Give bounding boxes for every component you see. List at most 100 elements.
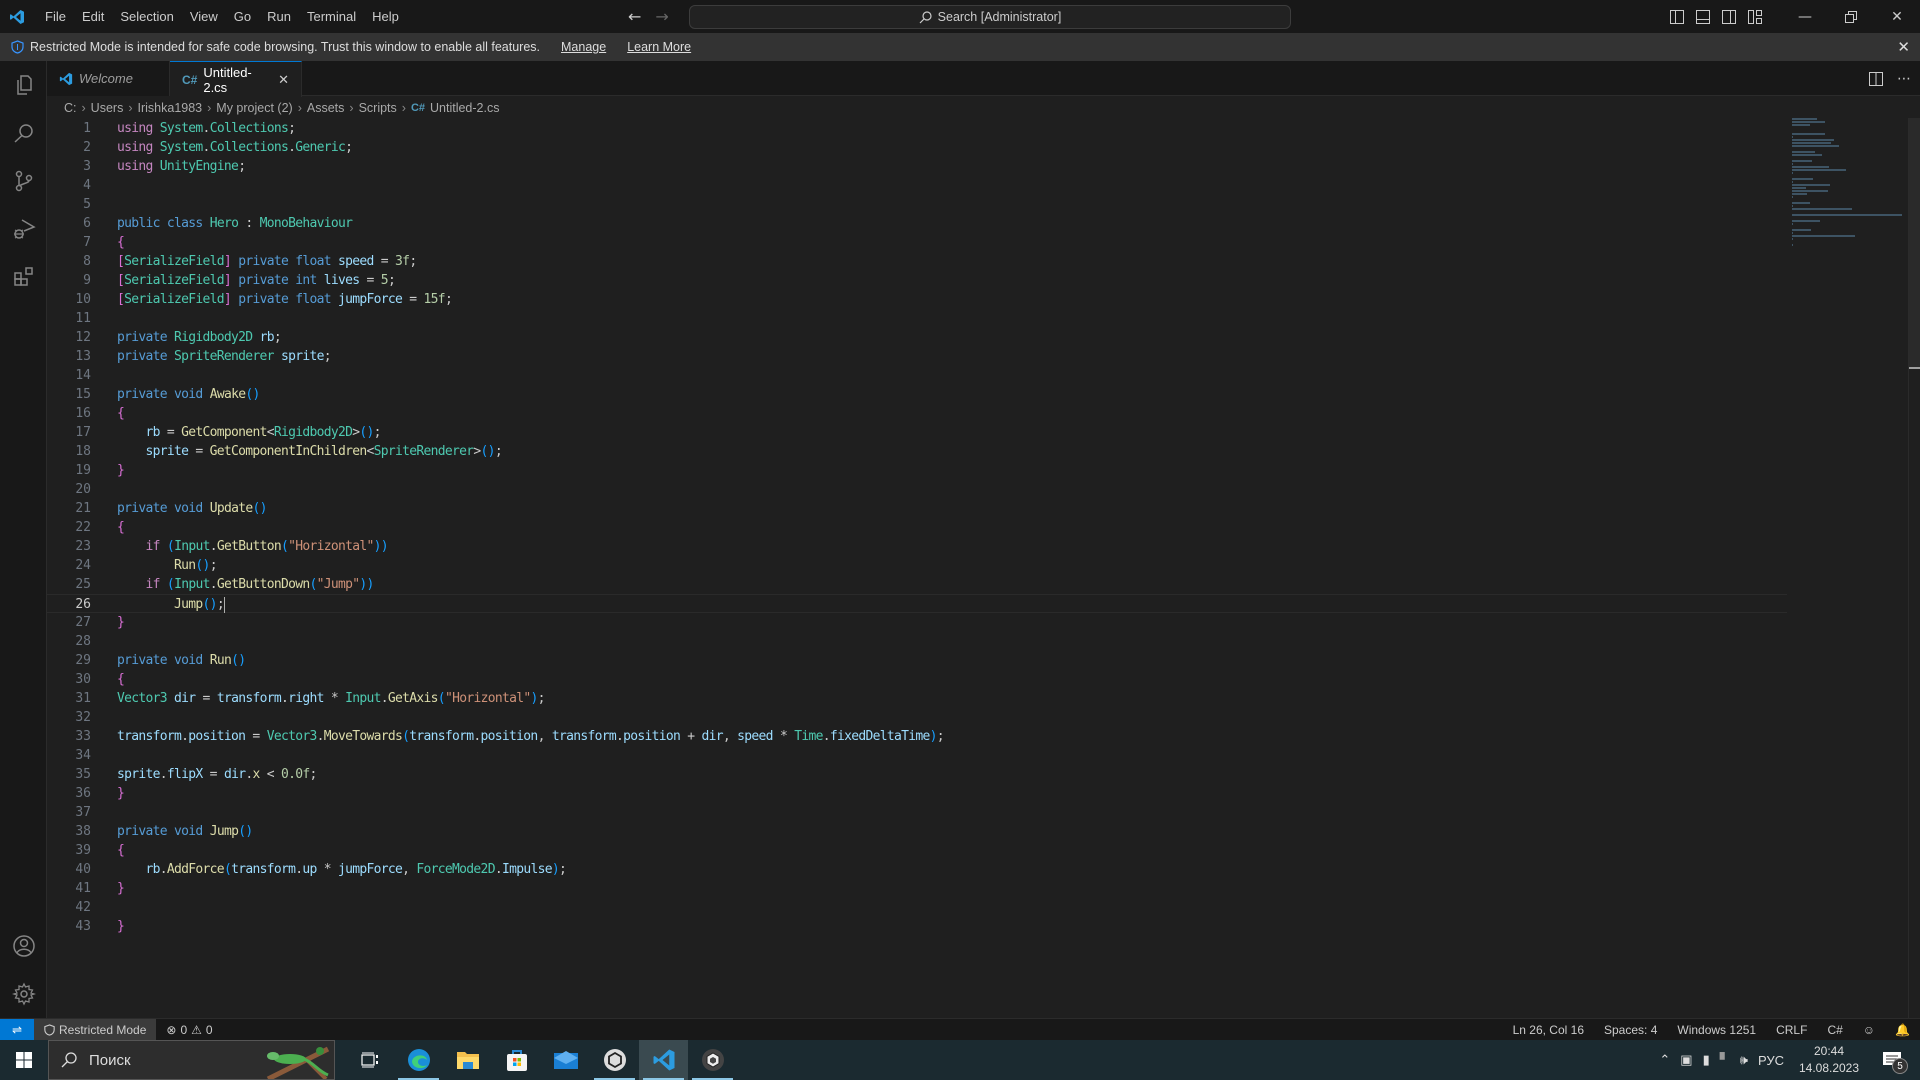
more-actions-icon[interactable]: ⋯: [1897, 71, 1912, 87]
code-line[interactable]: 14: [47, 366, 1787, 385]
toggle-primary-sidebar-icon[interactable]: [1664, 0, 1690, 33]
action-center-button[interactable]: 5: [1874, 1040, 1910, 1080]
unity-editor-icon[interactable]: [688, 1040, 737, 1080]
code-line[interactable]: 32: [47, 708, 1787, 727]
minimize-icon[interactable]: —: [1782, 0, 1828, 33]
split-editor-icon[interactable]: [1869, 71, 1883, 86]
explorer-icon[interactable]: [0, 61, 47, 109]
close-banner-icon[interactable]: ✕: [1897, 38, 1910, 56]
tab-untitled-2-cs[interactable]: C# Untitled-2.cs ✕: [170, 61, 302, 97]
code-line[interactable]: 18 sprite = GetComponentInChildren<Sprit…: [47, 442, 1787, 461]
close-window-icon[interactable]: ✕: [1874, 0, 1920, 33]
task-view-icon[interactable]: [345, 1040, 394, 1080]
feedback-icon[interactable]: ☺: [1863, 1023, 1875, 1037]
language-mode[interactable]: C#: [1827, 1023, 1842, 1037]
code-line[interactable]: 40 rb.AddForce(transform.up * jumpForce,…: [47, 860, 1787, 879]
code-line[interactable]: 21 private void Update(): [47, 499, 1787, 518]
code-line[interactable]: 27}: [47, 613, 1787, 632]
restricted-mode-status[interactable]: Restricted Mode: [34, 1018, 157, 1041]
code-line[interactable]: 24 Run();: [47, 556, 1787, 575]
scrollbar-thumb[interactable]: [1909, 118, 1920, 368]
menu-help[interactable]: Help: [364, 0, 407, 33]
menu-view[interactable]: View: [182, 0, 226, 33]
manage-link[interactable]: Manage: [561, 40, 606, 54]
input-language[interactable]: РУС: [1758, 1053, 1784, 1068]
code-line[interactable]: 15 private void Awake(): [47, 385, 1787, 404]
meet-now-icon[interactable]: ▣: [1680, 1052, 1692, 1068]
vertical-scrollbar[interactable]: [1908, 118, 1920, 1018]
settings-gear-icon[interactable]: [0, 970, 47, 1018]
breadcrumb-item[interactable]: Untitled-2.cs: [430, 101, 499, 115]
volume-icon[interactable]: 🕪: [1740, 1052, 1748, 1068]
code-line[interactable]: 34: [47, 746, 1787, 765]
run-debug-icon[interactable]: [0, 205, 47, 253]
extensions-icon[interactable]: [0, 253, 47, 301]
code-line[interactable]: 3 using UnityEngine;: [47, 157, 1787, 176]
code-line[interactable]: 26 Jump();: [47, 594, 1787, 613]
breadcrumb-item[interactable]: Users: [91, 101, 124, 115]
wifi-icon[interactable]: ▘: [1720, 1052, 1730, 1068]
code-line[interactable]: 19}: [47, 461, 1787, 480]
menu-selection[interactable]: Selection: [112, 0, 181, 33]
breadcrumb-item[interactable]: C:: [64, 101, 77, 115]
code-line[interactable]: 29 private void Run(): [47, 651, 1787, 670]
code-line[interactable]: 7{: [47, 233, 1787, 252]
microsoft-store-icon[interactable]: [492, 1040, 541, 1080]
close-tab-icon[interactable]: ✕: [278, 72, 289, 88]
code-line[interactable]: 4: [47, 176, 1787, 195]
source-control-icon[interactable]: [0, 157, 47, 205]
edge-icon[interactable]: [394, 1040, 443, 1080]
code-line[interactable]: 23 if (Input.GetButton("Horizontal")): [47, 537, 1787, 556]
code-line[interactable]: 33 transform.position = Vector3.MoveTowar…: [47, 727, 1787, 746]
cursor-position[interactable]: Ln 26, Col 16: [1513, 1023, 1584, 1037]
code-line[interactable]: 39 {: [47, 841, 1787, 860]
code-line[interactable]: 10 [SerializeField] private float jumpFor…: [47, 290, 1787, 309]
file-explorer-icon[interactable]: [443, 1040, 492, 1080]
taskbar-search[interactable]: Поиск: [48, 1040, 335, 1080]
encoding[interactable]: Windows 1251: [1677, 1023, 1756, 1037]
breadcrumb-item[interactable]: Scripts: [359, 101, 397, 115]
tab-welcome[interactable]: Welcome: [47, 61, 170, 96]
code-line[interactable]: 36}: [47, 784, 1787, 803]
code-line[interactable]: 28: [47, 632, 1787, 651]
code-line[interactable]: 20: [47, 480, 1787, 499]
code-line[interactable]: 42: [47, 898, 1787, 917]
code-editor[interactable]: 1 using System.Collections; 2 using System.…: [47, 118, 1787, 1018]
breadcrumb-item[interactable]: My project (2): [216, 101, 292, 115]
clock[interactable]: 20:44 14.08.2023: [1794, 1043, 1864, 1077]
menu-go[interactable]: Go: [226, 0, 259, 33]
start-button[interactable]: [0, 1040, 48, 1080]
menu-terminal[interactable]: Terminal: [299, 0, 364, 33]
search-sidebar-icon[interactable]: [0, 109, 47, 157]
menu-edit[interactable]: Edit: [74, 0, 112, 33]
code-line[interactable]: 25 if (Input.GetButtonDown("Jump")): [47, 575, 1787, 594]
end-of-line[interactable]: CRLF: [1776, 1023, 1807, 1037]
notifications-bell-icon[interactable]: 🔔: [1895, 1023, 1910, 1037]
code-line[interactable]: 43}: [47, 917, 1787, 936]
code-line[interactable]: 17 rb = GetComponent<Rigidbody2D>();: [47, 423, 1787, 442]
show-hidden-icons-chevron-icon[interactable]: ⌃: [1659, 1052, 1670, 1068]
battery-icon[interactable]: ▮: [1703, 1052, 1710, 1068]
back-arrow-icon[interactable]: ←: [628, 7, 641, 26]
unity-hub-icon[interactable]: [590, 1040, 639, 1080]
indentation[interactable]: Spaces: 4: [1604, 1023, 1657, 1037]
breadcrumb-item[interactable]: Irishka1983: [138, 101, 203, 115]
code-line[interactable]: 11: [47, 309, 1787, 328]
code-line[interactable]: 35 sprite.flipX = dir.x < 0.0f;: [47, 765, 1787, 784]
toggle-panel-icon[interactable]: [1690, 0, 1716, 33]
code-line[interactable]: 16 {: [47, 404, 1787, 423]
code-line[interactable]: 31 Vector3 dir = transform.right * Input.…: [47, 689, 1787, 708]
code-line[interactable]: 30 {: [47, 670, 1787, 689]
code-line[interactable]: 13 private SpriteRenderer sprite;: [47, 347, 1787, 366]
code-line[interactable]: 1 using System.Collections;: [47, 119, 1787, 138]
remote-indicator-icon[interactable]: ⇌: [0, 1018, 34, 1041]
accounts-icon[interactable]: [0, 922, 47, 970]
menu-run[interactable]: Run: [259, 0, 299, 33]
code-line[interactable]: 41}: [47, 879, 1787, 898]
mail-icon[interactable]: [541, 1040, 590, 1080]
breadcrumb-item[interactable]: Assets: [307, 101, 345, 115]
code-line[interactable]: 6 public class Hero : MonoBehaviour: [47, 214, 1787, 233]
code-line[interactable]: 22 {: [47, 518, 1787, 537]
vscode-taskbar-icon[interactable]: [639, 1040, 688, 1080]
code-line[interactable]: 37: [47, 803, 1787, 822]
